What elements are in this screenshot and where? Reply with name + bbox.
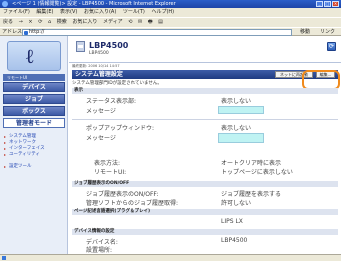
- row-label: メッセージ: [86, 135, 116, 142]
- window-title: <ページ 1 (情報閲覧)> 設定 - LBP4500 - Microsoft …: [12, 1, 176, 7]
- minimize-button[interactable]: _: [316, 1, 323, 7]
- favorites-button[interactable]: お気に入り: [72, 19, 97, 25]
- row-label: 設置場所:: [86, 247, 113, 254]
- section-pdl-select: ページ記述言語選択(プラグ＆プレイ): [72, 209, 338, 215]
- maximize-button[interactable]: □: [324, 1, 331, 7]
- back-button[interactable]: 戻る: [3, 19, 13, 25]
- search-button[interactable]: 検索: [57, 19, 67, 25]
- row-label: ポップアップウィンドウ:: [86, 125, 155, 132]
- menu-favorites[interactable]: お気に入り(A): [84, 9, 116, 15]
- printer-icon: [76, 41, 85, 52]
- ie-logo-icon: [2, 1, 8, 7]
- status-message-field: [218, 106, 264, 114]
- popup-message-field: [218, 133, 264, 143]
- highlight-ring: [302, 70, 340, 90]
- nav-job[interactable]: ジョブ: [3, 94, 65, 104]
- row-value: 表示しない: [221, 98, 252, 105]
- row-label: 管理ソフトからのジョブ履歴取得:: [86, 200, 179, 207]
- nav-box[interactable]: ボックス: [3, 106, 65, 116]
- refresh-icon[interactable]: ⟳: [327, 42, 336, 51]
- stop-button[interactable]: ×: [28, 19, 32, 25]
- link-settings-tool[interactable]: 設定ツール: [3, 164, 65, 170]
- row-label: ステータス表示部:: [86, 98, 137, 105]
- sidebar: ℓ リモートUI デバイス ジョブ ボックス 管理者モード システム管理 ネット…: [0, 36, 68, 254]
- remote-ui-label: リモートUI: [3, 74, 65, 81]
- section-device-info: デバイス情報の設定: [72, 229, 338, 235]
- page-icon: [24, 31, 28, 35]
- row-value: ジョブ履歴を表示する: [221, 191, 282, 198]
- row-value: 表示しない: [221, 125, 252, 132]
- nav-admin-mode[interactable]: 管理者モード: [3, 118, 65, 128]
- logo-glyph: ℓ: [26, 44, 34, 68]
- close-button[interactable]: ×: [332, 1, 339, 7]
- window-controls: _ □ ×: [316, 1, 339, 7]
- home-button[interactable]: ⌂: [48, 19, 51, 25]
- app-logo[interactable]: ℓ: [7, 41, 61, 71]
- edit-button[interactable]: ▤: [158, 19, 163, 25]
- menu-help[interactable]: ヘルプ(H): [151, 9, 174, 15]
- menu-view[interactable]: 表示(V): [60, 9, 77, 15]
- main-content: LBP4500 LBP4500 ⟳ 最終更新: 2006 10/14 14:57…: [69, 36, 341, 254]
- row-value: 許可しない: [221, 200, 252, 207]
- page-title: システム管理設定: [75, 71, 123, 78]
- menu-tools[interactable]: ツール(T): [123, 9, 145, 15]
- page-title-bar: システム管理設定 ネットに再起動 編集...: [72, 70, 338, 79]
- row-label: リモートUI:: [94, 169, 127, 176]
- go-button[interactable]: 移動: [300, 29, 310, 36]
- row-value: LBP4500: [221, 237, 248, 244]
- section-job-history: ジョブ履歴表示のON/OFF: [72, 181, 338, 187]
- address-input[interactable]: http://: [22, 29, 292, 36]
- section-display: 表示: [72, 88, 338, 94]
- page-header: LBP4500 LBP4500 ⟳: [69, 36, 341, 63]
- row-value: トップページに表示しない: [221, 169, 293, 176]
- link-utility[interactable]: ユーティリティ: [3, 152, 65, 158]
- window-titlebar: <ページ 1 (情報閲覧)> 設定 - LBP4500 - Microsoft …: [0, 0, 341, 8]
- divider: [72, 119, 338, 120]
- status-note: システム管理部門IDが設定されていません。: [72, 81, 162, 86]
- last-updated: 最終更新: 2006 10/14 14:57: [72, 64, 120, 68]
- mail-button[interactable]: ✉: [138, 19, 142, 25]
- admin-sub-links: システム管理 ネットワーク インターフェイス ユーティリティ 設定ツール: [3, 134, 65, 170]
- browser-toolbar: 戻る → × ⟳ ⌂ 検索 お気に入り メディア ⟲ ✉ 🖶 ▤: [0, 17, 341, 27]
- links-button[interactable]: リンク: [320, 29, 335, 36]
- row-label: 表示方法:: [94, 160, 121, 167]
- row-label: ジョブ履歴表示のON/OFF:: [86, 191, 159, 198]
- menu-bar: ファイル(F) 編集(E) 表示(V) お気に入り(A) ツール(T) ヘルプ(…: [0, 8, 341, 17]
- media-button[interactable]: メディア: [103, 19, 123, 25]
- row-label: メッセージ: [86, 108, 116, 115]
- status-icon: [2, 256, 6, 260]
- nav-device[interactable]: デバイス: [3, 82, 65, 92]
- history-button[interactable]: ⟲: [128, 19, 132, 25]
- row-value: オートクリア時に表示: [221, 160, 282, 167]
- row-value: LIPS LX: [221, 218, 243, 225]
- print-button[interactable]: 🖶: [148, 19, 153, 25]
- address-bar: アドレス(D) http:// 移動 リンク: [0, 27, 341, 36]
- forward-button[interactable]: →: [19, 19, 23, 25]
- menu-edit[interactable]: 編集(E): [36, 9, 53, 15]
- model-subname: LBP4500: [89, 51, 109, 56]
- menu-file[interactable]: ファイル(F): [3, 9, 30, 15]
- model-name: LBP4500: [89, 41, 129, 50]
- address-value: http://: [29, 29, 45, 35]
- status-bar: [0, 254, 341, 261]
- reload-button[interactable]: ⟳: [38, 19, 42, 25]
